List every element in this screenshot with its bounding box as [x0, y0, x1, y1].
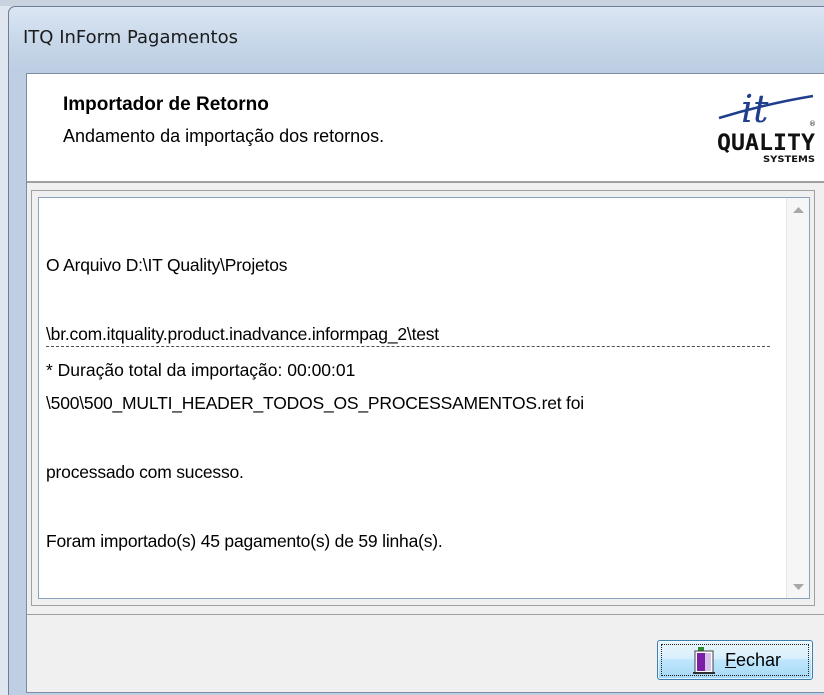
- logo-systems-text: SYSTEMS: [763, 155, 815, 165]
- window-title: ITQ InForm Pagamentos: [23, 27, 238, 48]
- vertical-scrollbar[interactable]: [786, 198, 809, 598]
- log-summary: * Duração total da importação: 00:00:01: [46, 360, 356, 380]
- dialog-client-area: Importador de Retorno Andamento da impor…: [26, 73, 824, 693]
- logo-quality-text: QUALITY: [717, 131, 816, 156]
- header-title: Importador de Retorno: [63, 94, 269, 115]
- focus-rectangle: [661, 644, 809, 676]
- log-memo[interactable]: O Arquivo D:\IT Quality\Projetos \br.com…: [38, 197, 810, 599]
- log-panel: O Arquivo D:\IT Quality\Projetos \br.com…: [31, 190, 815, 606]
- log-separator: [46, 346, 770, 347]
- log-line: O Arquivo D:\IT Quality\Projetos: [46, 255, 288, 275]
- log-line: processado com sucesso.: [46, 462, 244, 482]
- log-line: Foram importado(s) 45 pagamento(s) de 59…: [46, 531, 443, 551]
- footer-divider: [27, 614, 824, 615]
- title-bar[interactable]: ITQ InForm Pagamentos: [9, 7, 824, 73]
- log-lines: O Arquivo D:\IT Quality\Projetos \br.com…: [46, 208, 766, 598]
- scroll-up-arrow-icon: [793, 206, 804, 213]
- logo-registered-text: ®: [809, 120, 816, 128]
- scroll-down-button[interactable]: [787, 576, 809, 598]
- it-quality-logo: it ® QUALITY SYSTEMS: [717, 88, 816, 165]
- log-line: \500\500_MULTI_HEADER_TODOS_OS_PROCESSAM…: [46, 393, 584, 413]
- dialog-window: ITQ InForm Pagamentos Importador de Reto…: [8, 6, 824, 695]
- scroll-up-button[interactable]: [787, 198, 809, 220]
- header-panel: Importador de Retorno Andamento da impor…: [27, 74, 824, 183]
- header-subtitle: Andamento da importação dos retornos.: [63, 126, 385, 146]
- scroll-down-arrow-icon: [793, 583, 804, 590]
- close-button[interactable]: Fechar: [657, 640, 813, 680]
- log-line: \br.com.itquality.product.inadvance.info…: [46, 324, 439, 344]
